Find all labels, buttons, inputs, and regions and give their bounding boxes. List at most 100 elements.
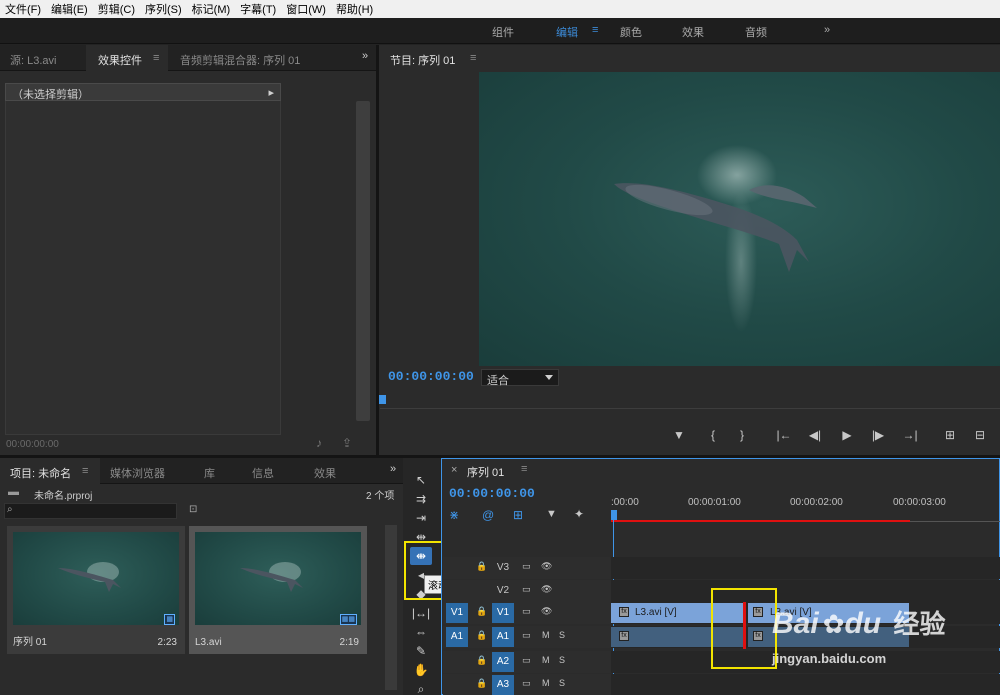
menu-window[interactable]: 窗口(W) (281, 1, 331, 17)
program-playhead[interactable] (379, 395, 386, 404)
new-bin-icon[interactable]: ⊡ (189, 504, 197, 515)
step-forward-icon[interactable]: |▶ (869, 428, 887, 442)
track-select-tool-icon[interactable]: ⇉ (410, 490, 432, 508)
eye-icon[interactable]: 👁 (541, 561, 552, 572)
export-icon[interactable]: ⇪ (342, 436, 352, 450)
toggle-sync-icon[interactable]: ▭ (522, 655, 531, 666)
project-item-clip[interactable]: ▦▦ L3.avi 2:19 (189, 526, 367, 654)
menu-edit[interactable]: 编辑(E) (46, 1, 93, 17)
workspace-color[interactable]: 颜色 (620, 24, 642, 40)
menu-help[interactable]: 帮助(H) (331, 1, 378, 17)
track-name-v3[interactable]: V3 (492, 558, 514, 578)
mark-in-icon[interactable]: { (704, 428, 722, 442)
fit-dropdown[interactable]: 适合 (481, 369, 559, 387)
track-name-a1[interactable]: A1 (492, 627, 514, 647)
project-item-sequence[interactable]: ▦ 序列 01 2:23 (7, 526, 185, 654)
project-search-input[interactable]: ⌕ (4, 503, 177, 519)
track-name-v1[interactable]: V1 (492, 603, 514, 623)
marker-icon[interactable]: ▼ (546, 508, 557, 520)
program-ruler[interactable] (380, 397, 1000, 409)
solo-button[interactable]: S (559, 630, 565, 640)
toggle-sync-icon[interactable]: ▭ (522, 561, 531, 572)
lock-icon[interactable]: 🔒 (476, 561, 487, 572)
go-to-in-icon[interactable]: |← (775, 428, 793, 442)
selection-tool-icon[interactable]: ↖ (410, 471, 432, 489)
extract-icon[interactable]: ⊟ (971, 428, 989, 442)
source-patch-v1[interactable]: V1 (446, 603, 468, 623)
wrench-icon[interactable]: ✦ (574, 507, 584, 521)
tab-audio-clip-mixer[interactable]: 音频剪辑混合器: 序列 01 (180, 52, 300, 68)
project-menu-icon[interactable]: ≡ (82, 465, 88, 477)
toggle-sync-icon[interactable]: ▭ (522, 630, 531, 641)
eye-icon[interactable]: 👁 (541, 606, 552, 617)
lock-icon[interactable]: 🔒 (476, 678, 487, 689)
close-tab-icon[interactable]: × (451, 464, 457, 476)
lane-v2[interactable] (611, 580, 1000, 602)
panel-overflow-icon[interactable]: » (362, 50, 368, 62)
source-patch-a1[interactable]: A1 (446, 627, 468, 647)
go-to-out-icon[interactable]: →| (901, 428, 919, 442)
snap-icon[interactable]: ⋇ (449, 508, 459, 522)
panel-menu-icon[interactable]: ≡ (153, 52, 159, 64)
lock-icon[interactable]: 🔒 (476, 606, 487, 617)
workspace-assembly[interactable]: 组件 (492, 24, 514, 40)
timeline-menu-icon[interactable]: ≡ (521, 463, 527, 475)
eye-icon[interactable]: 👁 (541, 584, 552, 595)
workspace-more-icon[interactable]: » (824, 24, 830, 36)
mute-button[interactable]: M (542, 655, 550, 665)
workspace-effects[interactable]: 效果 (682, 24, 704, 40)
toggle-sync-icon[interactable]: ▭ (522, 584, 531, 595)
track-name-a2[interactable]: A2 (492, 652, 514, 672)
tab-libraries[interactable]: 库 (204, 465, 215, 481)
project-scrollbar[interactable] (385, 525, 397, 690)
add-marker-timeline-icon[interactable]: ⊞ (513, 508, 523, 522)
workspace-audio[interactable]: 音频 (745, 24, 767, 40)
zoom-tool-icon[interactable]: ⌕ (410, 680, 432, 695)
lane-a3[interactable] (611, 674, 1000, 695)
menu-clip[interactable]: 剪辑(C) (93, 1, 140, 17)
play-icon[interactable]: ▶ (838, 428, 856, 442)
menu-title[interactable]: 字幕(T) (235, 1, 281, 17)
tab-source[interactable]: 源: L3.avi (10, 52, 56, 68)
ripple-edit-tool-icon[interactable]: ⇥ (410, 509, 432, 527)
solo-button[interactable]: S (559, 655, 565, 665)
lane-v3[interactable] (611, 557, 1000, 579)
hand-tool-icon[interactable]: ✋ (410, 661, 432, 679)
mute-button[interactable]: M (542, 678, 550, 688)
program-menu-icon[interactable]: ≡ (470, 52, 476, 64)
project-overflow-icon[interactable]: » (390, 463, 396, 475)
work-area-bar[interactable] (611, 520, 910, 522)
tab-effect-controls[interactable]: 效果控件 (98, 52, 142, 68)
slide-tool-icon[interactable]: |↔| (410, 604, 432, 622)
menu-marker[interactable]: 标记(M) (187, 1, 236, 17)
workspace-editing[interactable]: 编辑 (556, 24, 578, 40)
lift-icon[interactable]: ⊞ (941, 428, 959, 442)
menu-file[interactable]: 文件(F) (0, 1, 46, 17)
tab-effects[interactable]: 效果 (314, 465, 336, 481)
pen-tool-icon[interactable]: ⇔ (410, 623, 432, 641)
toggle-sync-icon[interactable]: ▭ (522, 678, 531, 689)
lock-icon[interactable]: 🔒 (476, 630, 487, 641)
program-timecode[interactable]: 00:00:00:00 (388, 369, 474, 384)
tab-media-browser[interactable]: 媒体浏览器 (110, 465, 165, 481)
tab-info[interactable]: 信息 (252, 465, 274, 481)
audio-output-icon[interactable]: ♪ (316, 436, 322, 450)
pen-icon[interactable]: ✎ (410, 642, 432, 660)
track-name-v2[interactable]: V2 (492, 581, 514, 601)
toggle-sync-icon[interactable]: ▭ (522, 606, 531, 617)
step-back-icon[interactable]: ◀| (806, 428, 824, 442)
timeline-playhead-handle[interactable] (611, 510, 617, 520)
expand-arrow-icon[interactable]: ▸ (268, 86, 274, 99)
mute-button[interactable]: M (542, 630, 550, 640)
effect-controls-scrollbar[interactable] (356, 101, 370, 421)
workspace-menu-icon[interactable]: ≡ (592, 24, 598, 36)
linked-selection-icon[interactable]: @ (482, 508, 494, 522)
mark-out-icon[interactable]: } (733, 428, 751, 442)
menu-sequence[interactable]: 序列(S) (140, 1, 187, 17)
timeline-tab[interactable]: 序列 01 (467, 464, 504, 480)
lock-icon[interactable]: 🔒 (476, 655, 487, 666)
tab-project[interactable]: 项目: 未命名 (10, 465, 71, 481)
add-marker-icon[interactable]: ▼ (670, 428, 688, 442)
track-name-a3[interactable]: A3 (492, 675, 514, 695)
timeline-timecode[interactable]: 00:00:00:00 (449, 486, 535, 501)
